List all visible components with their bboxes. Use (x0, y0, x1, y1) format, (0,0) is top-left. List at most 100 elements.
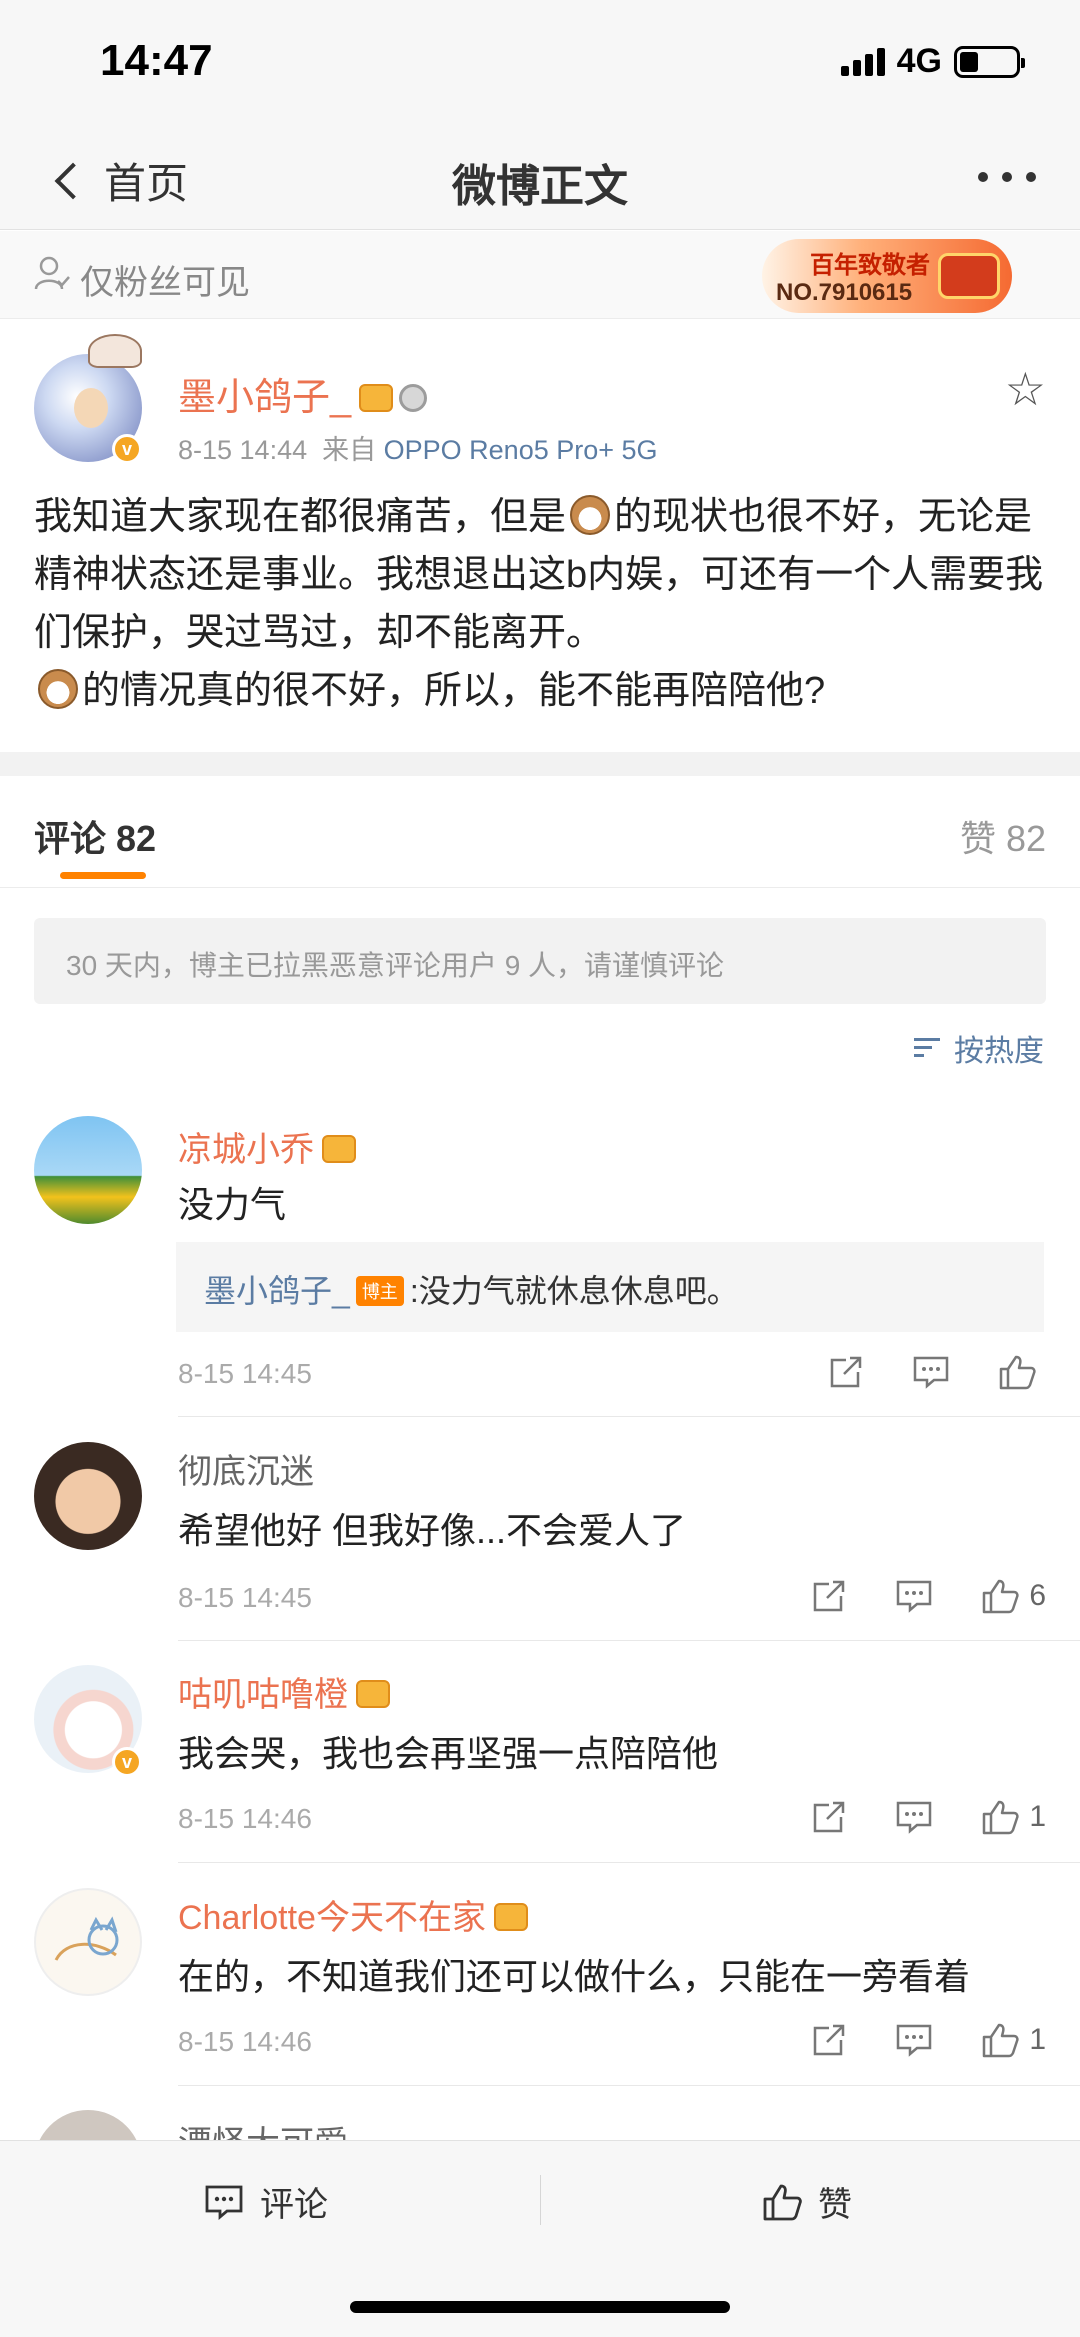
post-text-3: 的情况真的很不好，所以，能不能再陪陪他? (82, 670, 826, 712)
share-icon (814, 1580, 845, 1612)
visibility-bar: 仅粉丝可见 百年致敬者 NO.7910615 (0, 231, 1080, 319)
share-icon (830, 1356, 862, 1388)
tab-likes[interactable]: 赞 82 (960, 810, 1046, 862)
comment-icon (897, 1580, 932, 1613)
comment-text: 我会哭，我也会再坚强一点陪陪他 (178, 1733, 719, 1774)
divider (178, 1416, 1080, 1417)
author-name: 墨小鸽子_ (178, 377, 352, 419)
sort-button[interactable]: 按热度 (914, 1026, 1044, 1070)
reply-text: :没力气就休息休息吧。 (409, 1273, 739, 1309)
comment-actions: 1 (811, 1799, 1046, 1835)
verified-icon: v (112, 1747, 142, 1777)
comment-text: 在的，不知道我们还可以做什么，只能在一旁看着 (178, 1956, 971, 1997)
page-title: 微博正文 (452, 162, 628, 211)
share-icon (814, 1801, 845, 1833)
medal-icon (399, 384, 428, 412)
author-name: Charlotte今天不在家 (178, 1899, 486, 1937)
network-type: 4G (896, 42, 942, 80)
comment-author[interactable]: Charlotte今天不在家 (178, 1890, 528, 1939)
post-body: 我知道大家现在都很痛苦，但是 的现状也很不好，无论是精神状态还是事业。我想退出这b… (34, 488, 1046, 720)
comment-actions (828, 1354, 1046, 1390)
reply-button[interactable] (895, 1578, 933, 1614)
divider (178, 1862, 1080, 1863)
comment-label: 评论 (260, 2186, 328, 2224)
avatar[interactable] (34, 1116, 142, 1224)
divider (178, 1640, 1080, 1641)
post-text-1: 我知道大家现在都很痛苦，但是 (34, 496, 567, 538)
comment-time: 8-15 14:45 (178, 1582, 312, 1613)
reply-button[interactable] (895, 1799, 933, 1835)
comment-time: 8-15 14:45 (178, 1358, 312, 1389)
crown-icon (359, 384, 394, 412)
avatar-pendant-icon (88, 334, 142, 368)
comment-item: 凉城小乔 没力气 墨小鸽子_ 博主:没力气就休息休息吧。 8-15 14:45 (0, 1110, 1080, 1417)
comment-icon (913, 1356, 949, 1389)
author-tag: 博主 (355, 1276, 404, 1306)
like-button[interactable]: 6 (981, 1578, 1046, 1614)
like-button[interactable]: 赞 (762, 2177, 852, 2226)
like-count: 6 (1029, 1579, 1046, 1612)
tab-indicator (60, 872, 146, 879)
comment-item: 漂怪大可爱 (0, 2100, 1080, 2140)
badge-number: NO.7910615 (776, 279, 913, 306)
comment-item: Charlotte今天不在家 在的，不知道我们还可以做什么，只能在一旁看着 8-… (0, 1878, 1080, 2088)
comment-time: 8-15 14:46 (178, 2026, 312, 2057)
thumbs-up-icon (999, 1355, 1036, 1390)
more-icon[interactable] (978, 172, 1036, 182)
thumbs-up-icon (983, 1579, 1019, 1614)
home-indicator[interactable] (350, 2301, 730, 2313)
post-source[interactable]: OPPO Reno5 Pro+ 5G (384, 435, 658, 465)
thumbs-up-icon (983, 2023, 1019, 2058)
like-label: 赞 (818, 2186, 852, 2224)
post-time: 8-15 14:44 (178, 435, 308, 465)
author-name: 漂怪大可爱 (178, 2125, 348, 2140)
badge-title: 百年致敬者 (810, 250, 930, 279)
reply-author[interactable]: 墨小鸽子_ (204, 1273, 350, 1309)
post-author[interactable]: 墨小鸽子_ (178, 366, 428, 421)
like-count: 1 (1029, 1800, 1046, 1833)
reply-preview[interactable]: 墨小鸽子_ 博主:没力气就休息休息吧。 (176, 1242, 1044, 1332)
comment-icon (897, 1801, 932, 1834)
crown-icon (322, 1135, 356, 1163)
visibility-text: 仅粉丝可见 (80, 264, 250, 302)
author-name: 咕叽咕噜橙 (178, 1676, 348, 1714)
share-button[interactable] (828, 1354, 864, 1390)
status-time: 14:47 (100, 36, 213, 85)
comment-icon (205, 2185, 243, 2220)
bottom-action-bar: 评论 赞 (0, 2140, 1080, 2337)
nav-bar: 首页 微博正文 (0, 130, 1080, 230)
share-button[interactable] (811, 1799, 847, 1835)
dog-emoji-icon (38, 669, 78, 709)
like-count: 1 (1029, 2023, 1046, 2056)
like-button[interactable]: 1 (981, 2022, 1046, 2058)
comment-author[interactable]: 漂怪大可爱 (178, 2116, 348, 2140)
comment-author[interactable]: 彻底沉迷 (178, 1444, 314, 1493)
section-divider (0, 752, 1080, 776)
avatar[interactable] (34, 1442, 142, 1550)
status-bar: 14:47 4G (0, 0, 1080, 130)
status-indicators: 4G (840, 42, 1025, 81)
avatar[interactable] (34, 2110, 142, 2140)
comment-author[interactable]: 凉城小乔 (178, 1122, 356, 1171)
cat-illustration (54, 1916, 119, 1961)
comment-item: 彻底沉迷 希望他好 但我好像...不会爱人了 8-15 14:45 6 (0, 1432, 1080, 1642)
comment-actions: 6 (811, 1578, 1046, 1614)
comment-button[interactable]: 评论 (204, 2177, 328, 2226)
separator (540, 2175, 541, 2225)
reply-button[interactable] (912, 1354, 950, 1390)
comment-author[interactable]: 咕叽咕噜橙 (178, 1667, 390, 1716)
moderation-notice: 30 天内，博主已拉黑恶意评论用户 9 人，请谨慎评论 (34, 918, 1046, 1004)
comment-text: 希望他好 但我好像...不会爱人了 (178, 1510, 687, 1551)
like-button[interactable]: 1 (981, 1799, 1046, 1835)
like-button[interactable] (998, 1354, 1046, 1390)
sort-icon (914, 1035, 944, 1061)
tab-comments[interactable]: 评论 82 (34, 810, 156, 862)
share-button[interactable] (811, 2022, 847, 2058)
comment-text: 没力气 (178, 1184, 287, 1225)
avatar[interactable] (34, 1888, 142, 1996)
reply-button[interactable] (895, 2022, 933, 2058)
divider (178, 2085, 1080, 2086)
honor-badge-card[interactable]: 百年致敬者 NO.7910615 (762, 239, 1012, 313)
share-button[interactable] (811, 1578, 847, 1614)
star-icon[interactable]: ☆ (1005, 366, 1046, 412)
